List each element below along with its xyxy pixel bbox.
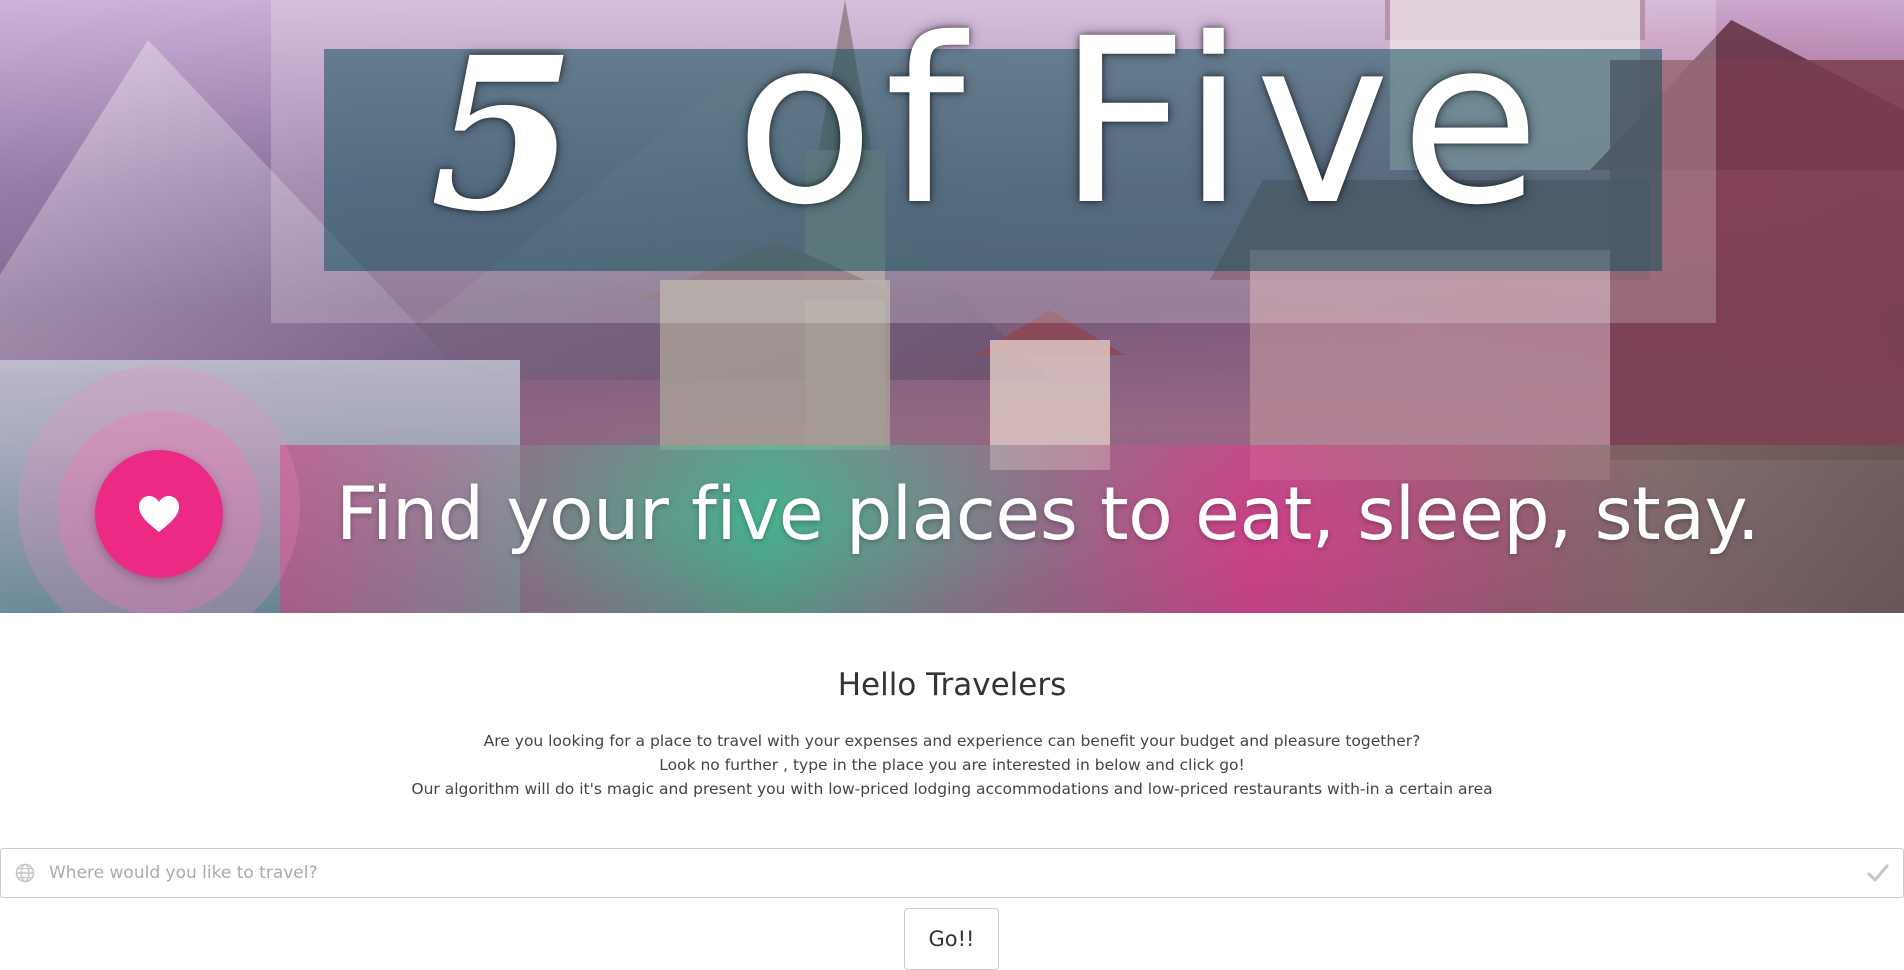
- go-button[interactable]: Go!!: [904, 908, 999, 970]
- intro-text: Are you looking for a place to travel wi…: [0, 729, 1904, 801]
- globe-icon: [15, 863, 35, 883]
- intro-line: Look no further , type in the place you …: [659, 756, 1245, 774]
- site-title-text: of Five: [735, 0, 1551, 255]
- search-field: [0, 848, 1904, 898]
- intro-line: Are you looking for a place to travel wi…: [483, 732, 1421, 750]
- heart-icon: [139, 496, 179, 532]
- page-heading: Hello Travelers: [837, 667, 1067, 703]
- favorite-button[interactable]: [95, 450, 223, 578]
- hero-tagline: Find your five places to eat, sleep, sta…: [336, 472, 1760, 557]
- hero-banner: 5 of Five Find your five places to eat, …: [0, 0, 1904, 613]
- check-icon: [1867, 864, 1889, 882]
- destination-search-input[interactable]: [49, 849, 1849, 897]
- intro-line: Our algorithm will do it's magic and pre…: [411, 780, 1493, 798]
- main-content: Hello Travelers Are you looking for a pl…: [0, 613, 1904, 970]
- site-title-number: 5: [430, 11, 577, 258]
